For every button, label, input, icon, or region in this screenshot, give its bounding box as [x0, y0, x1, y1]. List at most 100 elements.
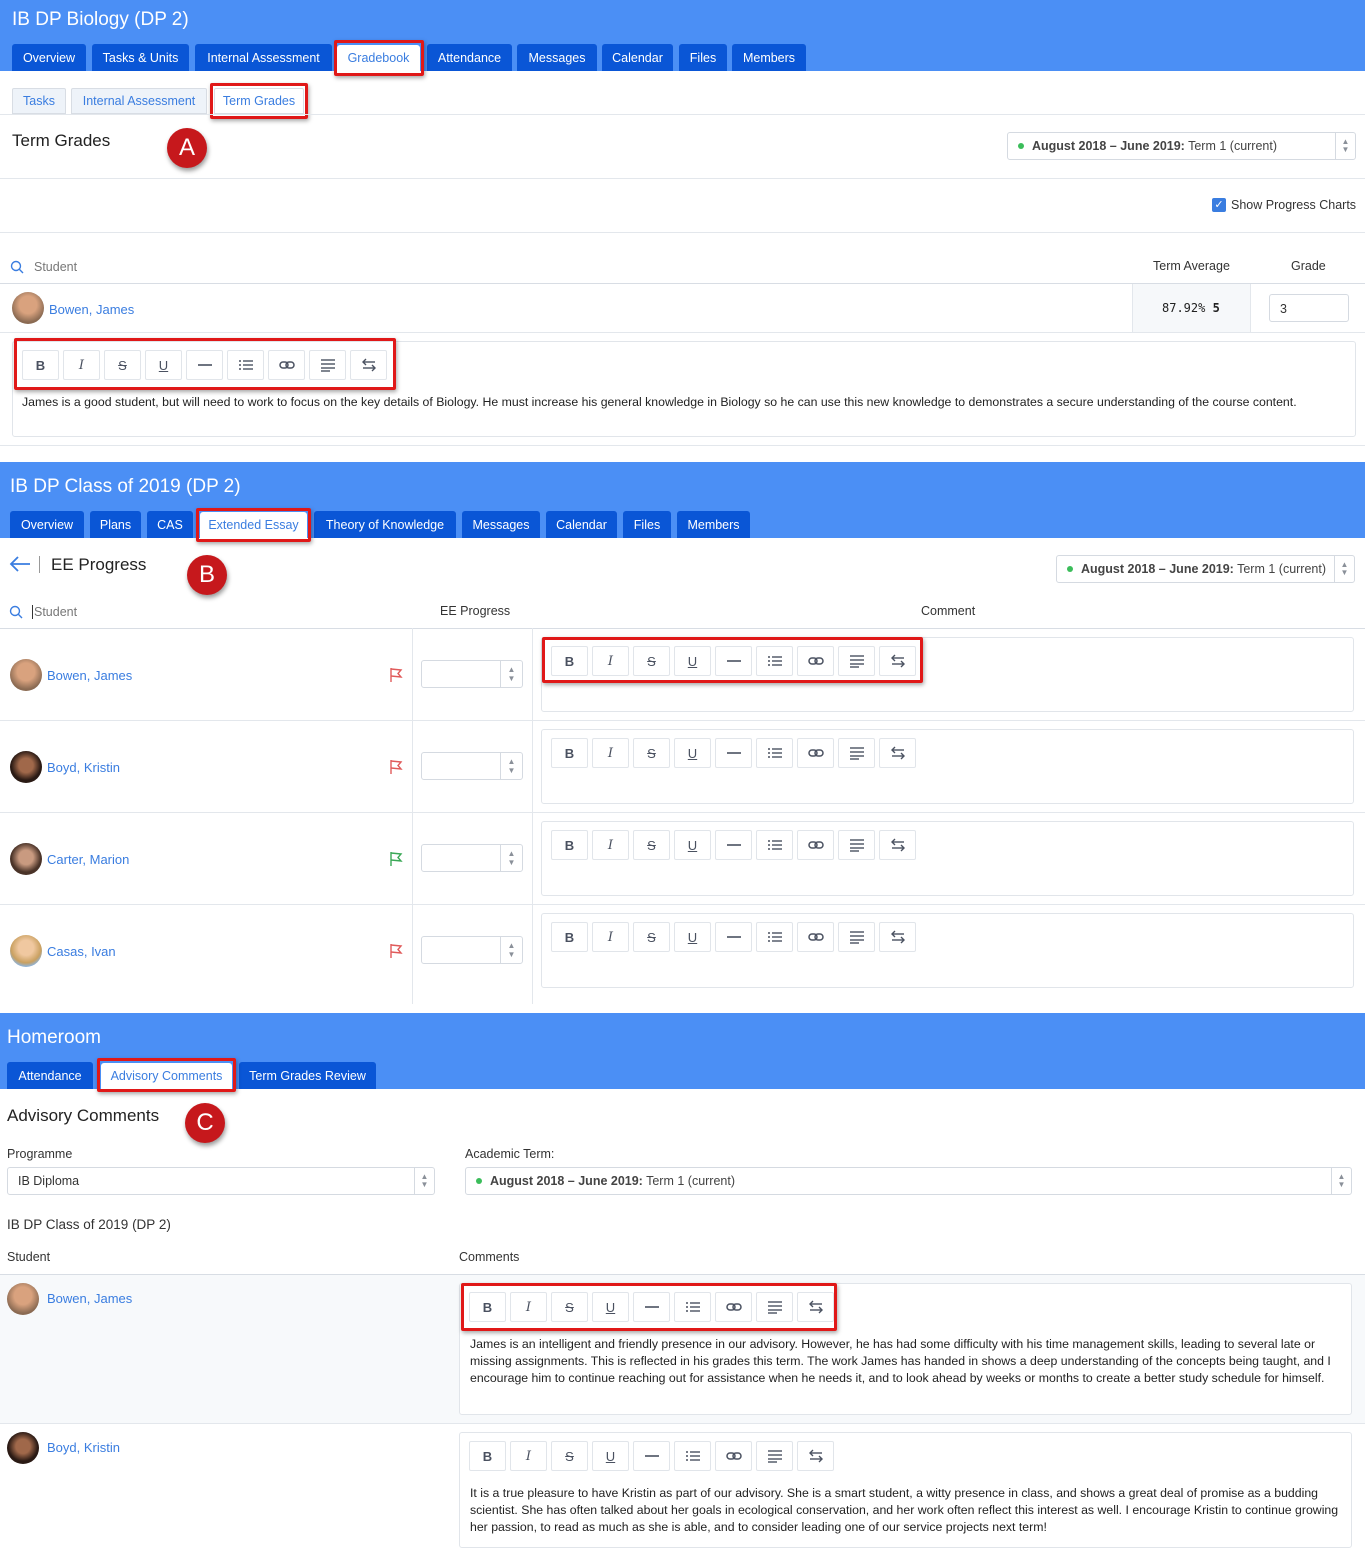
underline-button[interactable]: U	[674, 922, 711, 952]
italic-button[interactable]: I	[510, 1292, 547, 1322]
tab-term-grades-review[interactable]: Term Grades Review	[239, 1062, 376, 1089]
tab-members-b[interactable]: Members	[677, 511, 750, 538]
align-button[interactable]	[838, 738, 875, 768]
tab-plans[interactable]: Plans	[90, 511, 141, 538]
direction-button[interactable]	[879, 646, 916, 676]
strikethrough-button[interactable]: S	[633, 738, 670, 768]
link-button[interactable]	[797, 738, 834, 768]
tab-advisory-comments[interactable]: Advisory Comments	[101, 1063, 232, 1089]
bold-button[interactable]: B	[22, 350, 59, 380]
strikethrough-button[interactable]: S	[551, 1292, 588, 1322]
student-link[interactable]: Carter, Marion	[47, 852, 129, 867]
bullet-list-button[interactable]	[756, 646, 793, 676]
horizontal-rule-button[interactable]	[715, 830, 752, 860]
bullet-list-button[interactable]	[674, 1292, 711, 1322]
tab-attendance[interactable]: Attendance	[427, 44, 512, 71]
tab-tasks-units[interactable]: Tasks & Units	[92, 44, 189, 71]
bold-button[interactable]: B	[551, 830, 588, 860]
bullet-list-button[interactable]	[227, 350, 264, 380]
italic-button[interactable]: I	[592, 738, 629, 768]
ee-progress-stepper[interactable]: ▲ ▼	[421, 752, 523, 780]
tab-files-b[interactable]: Files	[623, 511, 671, 538]
student-search-b[interactable]: Student	[32, 605, 77, 619]
align-button[interactable]	[756, 1292, 793, 1322]
underline-button[interactable]: U	[674, 646, 711, 676]
tab-internal-assessment[interactable]: Internal Assessment	[195, 44, 332, 71]
student-link[interactable]: Bowen, James	[49, 302, 134, 317]
underline-button[interactable]: U	[674, 830, 711, 860]
comment-text[interactable]: James is a good student, but will need t…	[22, 394, 1322, 411]
term-select-b[interactable]: August 2018 – June 2019: Term 1 (current…	[1056, 555, 1355, 583]
flag-icon[interactable]	[388, 667, 404, 683]
italic-button[interactable]: I	[592, 646, 629, 676]
link-button[interactable]	[268, 350, 305, 380]
student-link[interactable]: Boyd, Kristin	[47, 1440, 120, 1455]
tab-messages[interactable]: Messages	[517, 44, 597, 71]
italic-button[interactable]: I	[510, 1441, 547, 1471]
flag-icon[interactable]	[388, 759, 404, 775]
italic-button[interactable]: I	[592, 830, 629, 860]
link-button[interactable]	[797, 830, 834, 860]
link-button[interactable]	[715, 1292, 752, 1322]
academic-term-select[interactable]: August 2018 – June 2019: Term 1 (current…	[465, 1167, 1352, 1195]
horizontal-rule-button[interactable]	[715, 922, 752, 952]
horizontal-rule-button[interactable]	[715, 646, 752, 676]
strikethrough-button[interactable]: S	[633, 830, 670, 860]
student-search-placeholder[interactable]: Student	[34, 260, 77, 274]
align-button[interactable]	[838, 646, 875, 676]
underline-button[interactable]: U	[145, 350, 182, 380]
student-link[interactable]: Bowen, James	[47, 668, 132, 683]
bullet-list-button[interactable]	[674, 1441, 711, 1471]
comment-text[interactable]: James is an intelligent and friendly pre…	[470, 1336, 1340, 1387]
back-arrow-icon[interactable]	[9, 556, 31, 572]
bullet-list-button[interactable]	[756, 830, 793, 860]
tab-cas[interactable]: CAS	[147, 511, 193, 538]
direction-button[interactable]	[879, 922, 916, 952]
show-progress-checkbox[interactable]: ✓	[1212, 198, 1226, 212]
tab-overview[interactable]: Overview	[12, 44, 86, 71]
flag-icon[interactable]	[388, 851, 404, 867]
align-button[interactable]	[756, 1441, 793, 1471]
tab-calendar[interactable]: Calendar	[602, 44, 673, 71]
subtab-term-grades[interactable]: Term Grades	[214, 88, 304, 114]
strikethrough-button[interactable]: S	[633, 646, 670, 676]
student-link[interactable]: Boyd, Kristin	[47, 760, 120, 775]
bold-button[interactable]: B	[551, 922, 588, 952]
ee-progress-stepper[interactable]: ▲ ▼	[421, 936, 523, 964]
horizontal-rule-button[interactable]	[186, 350, 223, 380]
italic-button[interactable]: I	[63, 350, 100, 380]
underline-button[interactable]: U	[592, 1292, 629, 1322]
grade-input[interactable]: 3	[1269, 294, 1349, 322]
underline-button[interactable]: U	[674, 738, 711, 768]
direction-button[interactable]	[879, 738, 916, 768]
horizontal-rule-button[interactable]	[633, 1292, 670, 1322]
tab-attendance-c[interactable]: Attendance	[7, 1062, 93, 1089]
programme-select[interactable]: IB Diploma ▲ ▼	[7, 1167, 435, 1195]
italic-button[interactable]: I	[592, 922, 629, 952]
bold-button[interactable]: B	[469, 1292, 506, 1322]
align-button[interactable]	[838, 830, 875, 860]
subtab-tasks[interactable]: Tasks	[12, 88, 66, 114]
bold-button[interactable]: B	[469, 1441, 506, 1471]
ee-progress-stepper[interactable]: ▲ ▼	[421, 660, 523, 688]
tab-gradebook[interactable]: Gradebook	[337, 45, 420, 71]
strikethrough-button[interactable]: S	[104, 350, 141, 380]
direction-button[interactable]	[797, 1292, 834, 1322]
comment-text[interactable]: It is a true pleasure to have Kristin as…	[470, 1485, 1340, 1536]
tab-calendar-b[interactable]: Calendar	[546, 511, 617, 538]
align-button[interactable]	[838, 922, 875, 952]
tab-files[interactable]: Files	[679, 44, 727, 71]
subtab-internal-assessment[interactable]: Internal Assessment	[71, 88, 207, 114]
bullet-list-button[interactable]	[756, 738, 793, 768]
student-link[interactable]: Casas, Ivan	[47, 944, 116, 959]
tab-theory-of-knowledge[interactable]: Theory of Knowledge	[314, 511, 456, 538]
underline-button[interactable]: U	[592, 1441, 629, 1471]
horizontal-rule-button[interactable]	[715, 738, 752, 768]
tab-extended-essay[interactable]: Extended Essay	[200, 512, 307, 538]
term-select[interactable]: August 2018 – June 2019: Term 1 (current…	[1007, 132, 1356, 160]
bold-button[interactable]: B	[551, 646, 588, 676]
direction-button[interactable]	[350, 350, 387, 380]
horizontal-rule-button[interactable]	[633, 1441, 670, 1471]
student-link[interactable]: Bowen, James	[47, 1291, 132, 1306]
align-button[interactable]	[309, 350, 346, 380]
